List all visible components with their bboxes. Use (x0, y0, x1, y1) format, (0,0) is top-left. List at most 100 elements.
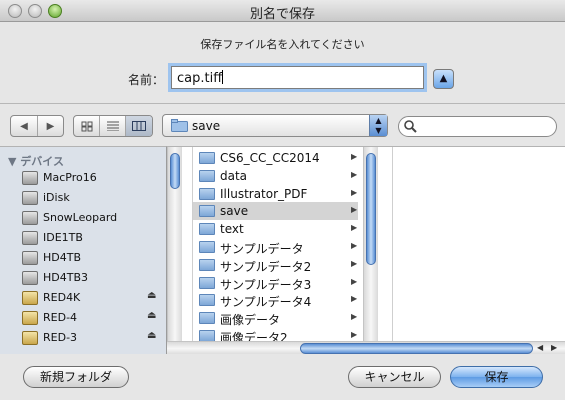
column-2-scrollbar[interactable] (363, 147, 378, 341)
drive-icon (22, 231, 38, 245)
column-1-scrollbar[interactable] (167, 147, 182, 341)
disclosure-arrow-icon: ▶ (351, 276, 358, 286)
sidebar-item[interactable]: MacPro16 (22, 169, 162, 188)
column-1-scroll-thumb[interactable] (170, 153, 180, 189)
sidebar-header-devices[interactable]: ▼ デバイス (8, 153, 64, 169)
sidebar-item[interactable]: SnowLeopard (22, 209, 162, 228)
sidebar-item-label: HD4TB (43, 251, 82, 264)
disclosure-arrow-icon: ▶ (351, 223, 358, 233)
view-mode-control (73, 115, 153, 137)
sidebar-item-label: iDisk (43, 191, 70, 204)
eject-icon[interactable]: ⏏ (147, 310, 156, 321)
chevron-up-down-icon: ▲ ▼ (369, 115, 387, 136)
browser-column-1[interactable] (167, 147, 193, 341)
title-bar: 別名で保存 (0, 0, 565, 22)
folder-icon (171, 119, 188, 132)
sidebar-item-label: RED-4 (43, 311, 78, 324)
collapse-panel-button[interactable]: ▲ (433, 69, 454, 89)
window-title: 別名で保存 (249, 7, 315, 22)
sidebar-item[interactable]: IDE1TB (22, 229, 162, 248)
search-field[interactable] (398, 116, 557, 137)
cancel-button[interactable]: キャンセル (348, 366, 441, 388)
sidebar-item-label: IDE1TB (43, 231, 83, 244)
search-icon (404, 120, 417, 133)
disclosure-arrow-icon: ▶ (351, 152, 358, 161)
folder-icon (199, 205, 215, 218)
sidebar-item-label: SnowLeopard (43, 211, 118, 224)
icon-view-button[interactable] (74, 116, 100, 136)
column-2-scroll-thumb[interactable] (366, 153, 376, 265)
sidebar-item[interactable]: RED-4 ⏏ (22, 309, 162, 328)
back-forward-control: ◀ ▶ (10, 115, 64, 137)
eject-icon[interactable]: ⏏ (147, 330, 156, 341)
eject-icon[interactable]: ⏏ (147, 290, 156, 301)
drive-icon (22, 211, 38, 225)
scroll-left-icon[interactable]: ◀ (537, 343, 543, 352)
disclosure-arrow-icon: ▶ (351, 241, 358, 250)
folder-label: data (220, 168, 248, 183)
filename-field[interactable]: cap.tiff (171, 66, 424, 89)
horizontal-scroll-thumb[interactable] (300, 343, 533, 354)
folder-label: CS6_CC_CC2014 (220, 151, 320, 165)
back-button[interactable]: ◀ (11, 116, 38, 136)
sidebar-item[interactable]: HD4TB (22, 249, 162, 268)
sidebar-item[interactable]: RED4K ⏏ (22, 289, 162, 308)
folder-icon (199, 241, 215, 253)
folder-label: 画像データ (220, 313, 281, 328)
forward-button[interactable]: ▶ (38, 116, 63, 136)
disclosure-arrow-icon: ▶ (351, 205, 358, 215)
folder-label: text (220, 222, 244, 237)
new-folder-button[interactable]: 新規フォルダ (23, 366, 129, 388)
disclosure-arrow-icon: ▶ (351, 330, 358, 339)
external-drive-icon (22, 291, 38, 305)
text-caret (222, 70, 224, 84)
folder-row[interactable]: サンプルデータ2 ▶ (193, 256, 358, 274)
external-drive-icon (22, 311, 38, 325)
list-view-button[interactable] (100, 116, 126, 136)
folder-row[interactable]: サンプルデータ4 ▶ (193, 291, 358, 309)
folder-row[interactable]: CS6_CC_CC2014 ▶ (193, 149, 358, 167)
disclosure-arrow-icon: ▶ (351, 258, 358, 268)
folder-label: Illustrator_PDF (220, 186, 308, 201)
save-prompt: 保存ファイル名を入れてください (200, 38, 365, 51)
folder-label: サンプルデータ2 (220, 259, 312, 274)
sidebar: ▼ デバイス MacPro16 iDisk SnowLeopard IDE1TB HD4… (0, 146, 166, 354)
folder-row[interactable]: save ▶ (193, 202, 358, 221)
folder-icon (199, 223, 215, 236)
folder-label: サンプルデータ (220, 242, 304, 256)
sidebar-item[interactable]: HD4TB3 (22, 269, 162, 288)
disclosure-arrow-icon: ▶ (351, 187, 358, 197)
browser-horizontal-scrollbar[interactable]: ◀ ▶ (167, 341, 565, 354)
folder-icon (199, 276, 215, 289)
folder-icon (199, 258, 215, 271)
sidebar-item-label: HD4TB3 (43, 271, 89, 284)
back-icon: ◀ (20, 120, 28, 132)
folder-icon (199, 169, 215, 182)
sidebar-item[interactable]: iDisk (22, 189, 162, 208)
forward-icon: ▶ (46, 120, 55, 132)
folder-row[interactable]: Illustrator_PDF ▶ (193, 185, 358, 203)
folder-row[interactable]: サンプルデータ3 ▶ (193, 274, 358, 292)
sidebar-item[interactable]: RED-3 ⏏ (22, 329, 162, 348)
location-label: save (192, 119, 221, 133)
column-view-button[interactable] (126, 116, 152, 136)
idisk-icon (22, 191, 38, 205)
folder-row[interactable]: サンプルデータ ▶ (193, 238, 358, 256)
folder-icon (199, 294, 215, 307)
folder-icon (199, 187, 215, 200)
sidebar-item-label: RED4K (43, 291, 81, 304)
disclosure-arrow-icon: ▶ (351, 169, 358, 179)
scroll-right-icon[interactable]: ▶ (551, 343, 557, 352)
folder-row[interactable]: data ▶ (193, 167, 358, 185)
folder-label: サンプルデータ3 (220, 277, 312, 292)
location-popup[interactable]: save ▲ ▼ (162, 114, 388, 137)
icon-view-icon (81, 121, 92, 131)
folder-row[interactable]: 画像データ ▶ (193, 309, 358, 327)
drive-icon (22, 251, 38, 265)
triangle-up-icon: ▲ (439, 73, 448, 84)
drive-icon (22, 171, 38, 185)
save-button[interactable]: 保存 (450, 366, 543, 388)
column-view-icon (132, 121, 146, 131)
folder-row[interactable]: text ▶ (193, 220, 358, 238)
list-view-icon (106, 121, 119, 131)
